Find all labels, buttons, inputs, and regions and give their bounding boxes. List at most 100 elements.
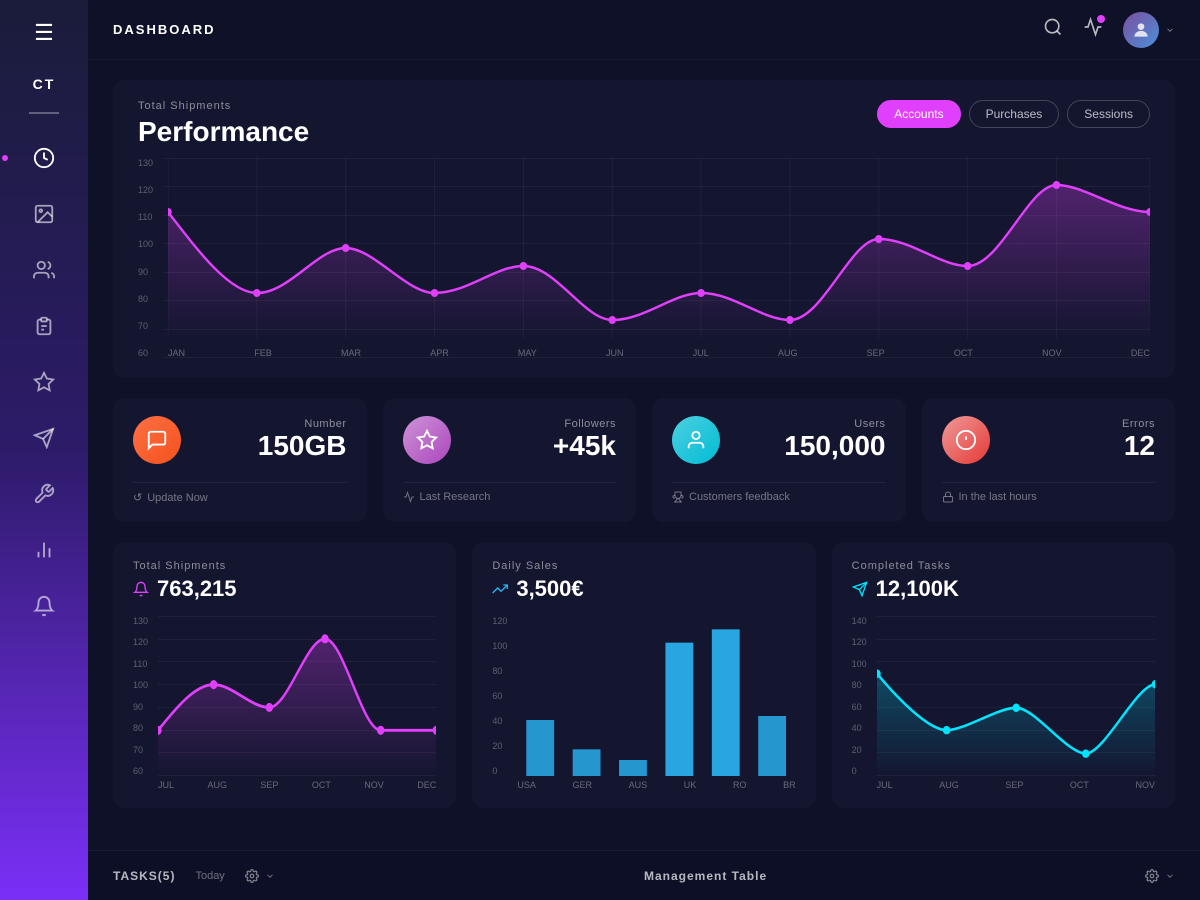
tab-purchases[interactable]: Purchases <box>969 100 1060 128</box>
sidebar-item-barchart[interactable] <box>20 526 68 574</box>
stat-icon-errors <box>942 416 990 464</box>
main-content: DASHBOARD Total Shipments <box>88 0 1200 900</box>
bell-icon <box>133 581 149 597</box>
management-table-label: Management Table <box>644 869 767 883</box>
stat-footer-1: Last Research <box>403 482 617 503</box>
sidebar-item-list[interactable] <box>20 302 68 350</box>
mini-chart-2: 140120100806040200 <box>852 616 1155 776</box>
lock-icon <box>942 491 954 503</box>
stat-value-3: 12 <box>1122 430 1155 462</box>
mini-chart-0: 13012011010090807060 <box>133 616 436 776</box>
stat-right-1: Followers +45k <box>553 418 616 462</box>
mini-y-axis-1: 120100806040200 <box>492 616 517 776</box>
stat-card-followers: Followers +45k Last Research <box>383 398 637 522</box>
performance-section: Total Shipments Performance Accounts Pur… <box>113 80 1175 378</box>
stat-label-0: Number <box>258 418 347 430</box>
sidebar-item-bell[interactable] <box>20 582 68 630</box>
management-settings-wrapper[interactable] <box>1145 869 1175 883</box>
stat-card-errors: Errors 12 In the last hours <box>922 398 1176 522</box>
stat-icon-user <box>672 416 720 464</box>
activity-icon[interactable] <box>1083 17 1103 43</box>
mini-chart-svg-0 <box>158 616 436 776</box>
perf-title: Performance <box>138 116 309 148</box>
sidebar-nav <box>20 134 68 880</box>
chevron-down-management-icon[interactable] <box>1165 871 1175 881</box>
chart-card-value-0: 763,215 <box>133 576 436 602</box>
tasks-icon <box>852 581 868 597</box>
bottom-bar-right: Management Table <box>644 869 1175 883</box>
stats-row: Number 150GB ↺ Update Now Followers <box>113 398 1175 522</box>
chart-card-value-2: 12,100K <box>852 576 1155 602</box>
mini-y-axis-2: 140120100806040200 <box>852 616 877 776</box>
stat-label-2: Users <box>784 418 885 430</box>
stat-right-0: Number 150GB <box>258 418 347 462</box>
bottom-charts: Total Shipments 763,215 1301201101009080… <box>113 542 1175 808</box>
tasks-label: TASKS(5) <box>113 869 175 883</box>
perf-title-group: Total Shipments Performance <box>138 100 309 148</box>
stat-right-2: Users 150,000 <box>784 418 885 462</box>
chart-value-text-1: 3,500€ <box>516 576 583 602</box>
settings-icon-left[interactable] <box>245 869 259 883</box>
stat-value-0: 150GB <box>258 430 347 462</box>
tab-group: Accounts Purchases Sessions <box>877 100 1150 128</box>
y-axis-labels: 13012011010090807060 <box>138 158 163 358</box>
chart-value-text-0: 763,215 <box>157 576 237 602</box>
sidebar-item-group[interactable] <box>20 246 68 294</box>
sidebar-item-location[interactable] <box>20 414 68 462</box>
tasks-settings-wrapper[interactable] <box>245 869 275 883</box>
stat-card-users: Users 150,000 Customers feedback <box>652 398 906 522</box>
sidebar-item-chart[interactable] <box>20 134 68 182</box>
settings-icon-right[interactable] <box>1145 869 1159 883</box>
stat-footer-icon-0: ↺ <box>133 491 142 504</box>
user-avatar-wrapper[interactable] <box>1123 12 1175 48</box>
sidebar: ☰ CT <box>0 0 88 900</box>
header-actions <box>1043 12 1175 48</box>
stat-icon-star <box>403 416 451 464</box>
chart-card-label-0: Total Shipments <box>133 560 436 572</box>
trending-icon <box>403 491 415 503</box>
chevron-down-icon <box>1165 25 1175 35</box>
notification-badge <box>1097 15 1105 23</box>
stat-value-1: +45k <box>553 430 616 462</box>
sales-icon <box>492 581 508 597</box>
chart-card-sales: Daily Sales 3,500€ 120100806040200 <box>472 542 815 808</box>
sidebar-item-star[interactable] <box>20 358 68 406</box>
x-axis-labels: JAN FEB MAR APR MAY JUN JUL AUG SEP OCT … <box>168 348 1150 358</box>
perf-header: Total Shipments Performance Accounts Pur… <box>138 100 1150 148</box>
sidebar-item-tools[interactable] <box>20 470 68 518</box>
content-area: Total Shipments Performance Accounts Pur… <box>88 60 1200 850</box>
mini-y-axis-0: 13012011010090807060 <box>133 616 158 776</box>
stat-footer-text-1: Last Research <box>420 491 491 503</box>
stat-footer-3: In the last hours <box>942 482 1156 503</box>
page-title: DASHBOARD <box>113 22 1043 37</box>
stat-card-top-2: Users 150,000 <box>672 416 886 464</box>
mini-chart-1: 120100806040200 <box>492 616 795 776</box>
performance-chart-svg <box>168 158 1150 358</box>
user-avatar <box>1123 12 1159 48</box>
stat-footer-2: Customers feedback <box>672 482 886 503</box>
chart-value-text-2: 12,100K <box>876 576 959 602</box>
bottom-bar: TASKS(5) Today Management Table <box>88 850 1200 900</box>
trophy-icon <box>672 491 684 503</box>
mini-x-axis-1: USAGERAUSUKROBR <box>492 780 795 790</box>
today-label: Today <box>195 870 224 882</box>
stat-right-3: Errors 12 <box>1122 418 1155 462</box>
search-icon[interactable] <box>1043 17 1063 43</box>
chevron-down-tasks-icon[interactable] <box>265 871 275 881</box>
tab-accounts[interactable]: Accounts <box>877 100 960 128</box>
stat-footer-text-2: Customers feedback <box>689 491 790 503</box>
stat-card-top-3: Errors 12 <box>942 416 1156 464</box>
stat-footer-0: ↺ Update Now <box>133 482 347 504</box>
menu-icon[interactable]: ☰ <box>34 20 54 46</box>
stat-card-top-1: Followers +45k <box>403 416 617 464</box>
perf-label: Total Shipments <box>138 100 309 112</box>
chart-card-shipments: Total Shipments 763,215 1301201101009080… <box>113 542 456 808</box>
bottom-bar-left: TASKS(5) Today <box>113 869 644 883</box>
tab-sessions[interactable]: Sessions <box>1067 100 1150 128</box>
chart-card-tasks: Completed Tasks 12,100K 1401201008060402… <box>832 542 1175 808</box>
sidebar-item-image[interactable] <box>20 190 68 238</box>
chart-card-label-1: Daily Sales <box>492 560 795 572</box>
mini-x-axis-0: JULAUGSEPOCTNOVDEC <box>133 780 436 790</box>
stat-label-3: Errors <box>1122 418 1155 430</box>
stat-value-2: 150,000 <box>784 430 885 462</box>
